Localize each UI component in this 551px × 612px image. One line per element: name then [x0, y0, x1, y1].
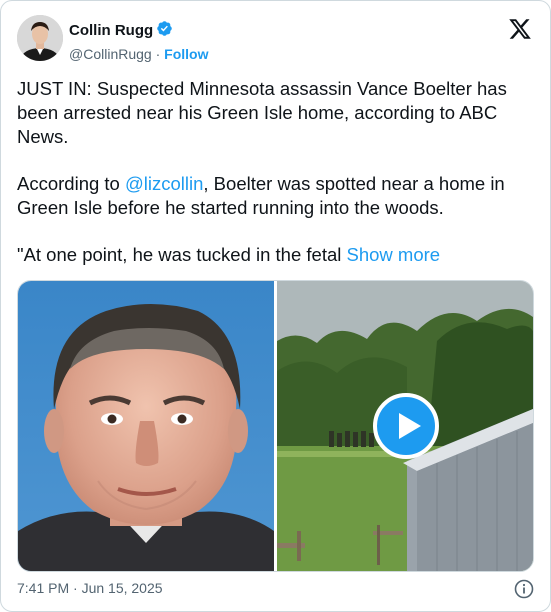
avatar[interactable] — [17, 15, 63, 61]
play-icon — [373, 393, 439, 459]
handle-separator: · — [155, 46, 161, 62]
author-name[interactable]: Collin Rugg — [69, 22, 153, 40]
tweet-paragraph-2: According to @lizcollin, Boelter was spo… — [17, 172, 537, 220]
tweet-timestamp[interactable]: 7:41 PM · Jun 15, 2025 — [17, 580, 163, 596]
info-icon[interactable] — [514, 579, 534, 599]
media-grid — [17, 280, 534, 572]
follow-button[interactable]: Follow — [164, 46, 208, 62]
tweet-paragraph-1: JUST IN: Suspected Minnesota assassin Va… — [17, 78, 507, 147]
video-thumbnail[interactable] — [277, 281, 533, 571]
suspect-photo[interactable] — [18, 281, 274, 571]
mention-link[interactable]: @lizcollin — [125, 173, 203, 194]
paragraph-2-text-before: According to — [17, 173, 125, 194]
author-info: Collin Rugg @CollinRugg · Follow — [69, 20, 208, 63]
author-handle: @CollinRugg — [69, 46, 152, 62]
verified-badge-icon — [156, 20, 173, 42]
show-more-link[interactable]: Show more — [347, 244, 441, 265]
tweet-header: Collin Rugg @CollinRugg · Follow — [17, 15, 534, 63]
paragraph-3-text: "At one point, he was tucked in the feta… — [17, 244, 347, 265]
play-button[interactable] — [373, 393, 439, 459]
tweet-paragraph-3: "At one point, he was tucked in the feta… — [17, 243, 537, 267]
tweet-text: JUST IN: Suspected Minnesota assassin Va… — [17, 77, 537, 290]
tweet-card: Collin Rugg @CollinRugg · Follow JUST IN — [0, 0, 551, 612]
x-logo-icon[interactable] — [508, 17, 532, 41]
